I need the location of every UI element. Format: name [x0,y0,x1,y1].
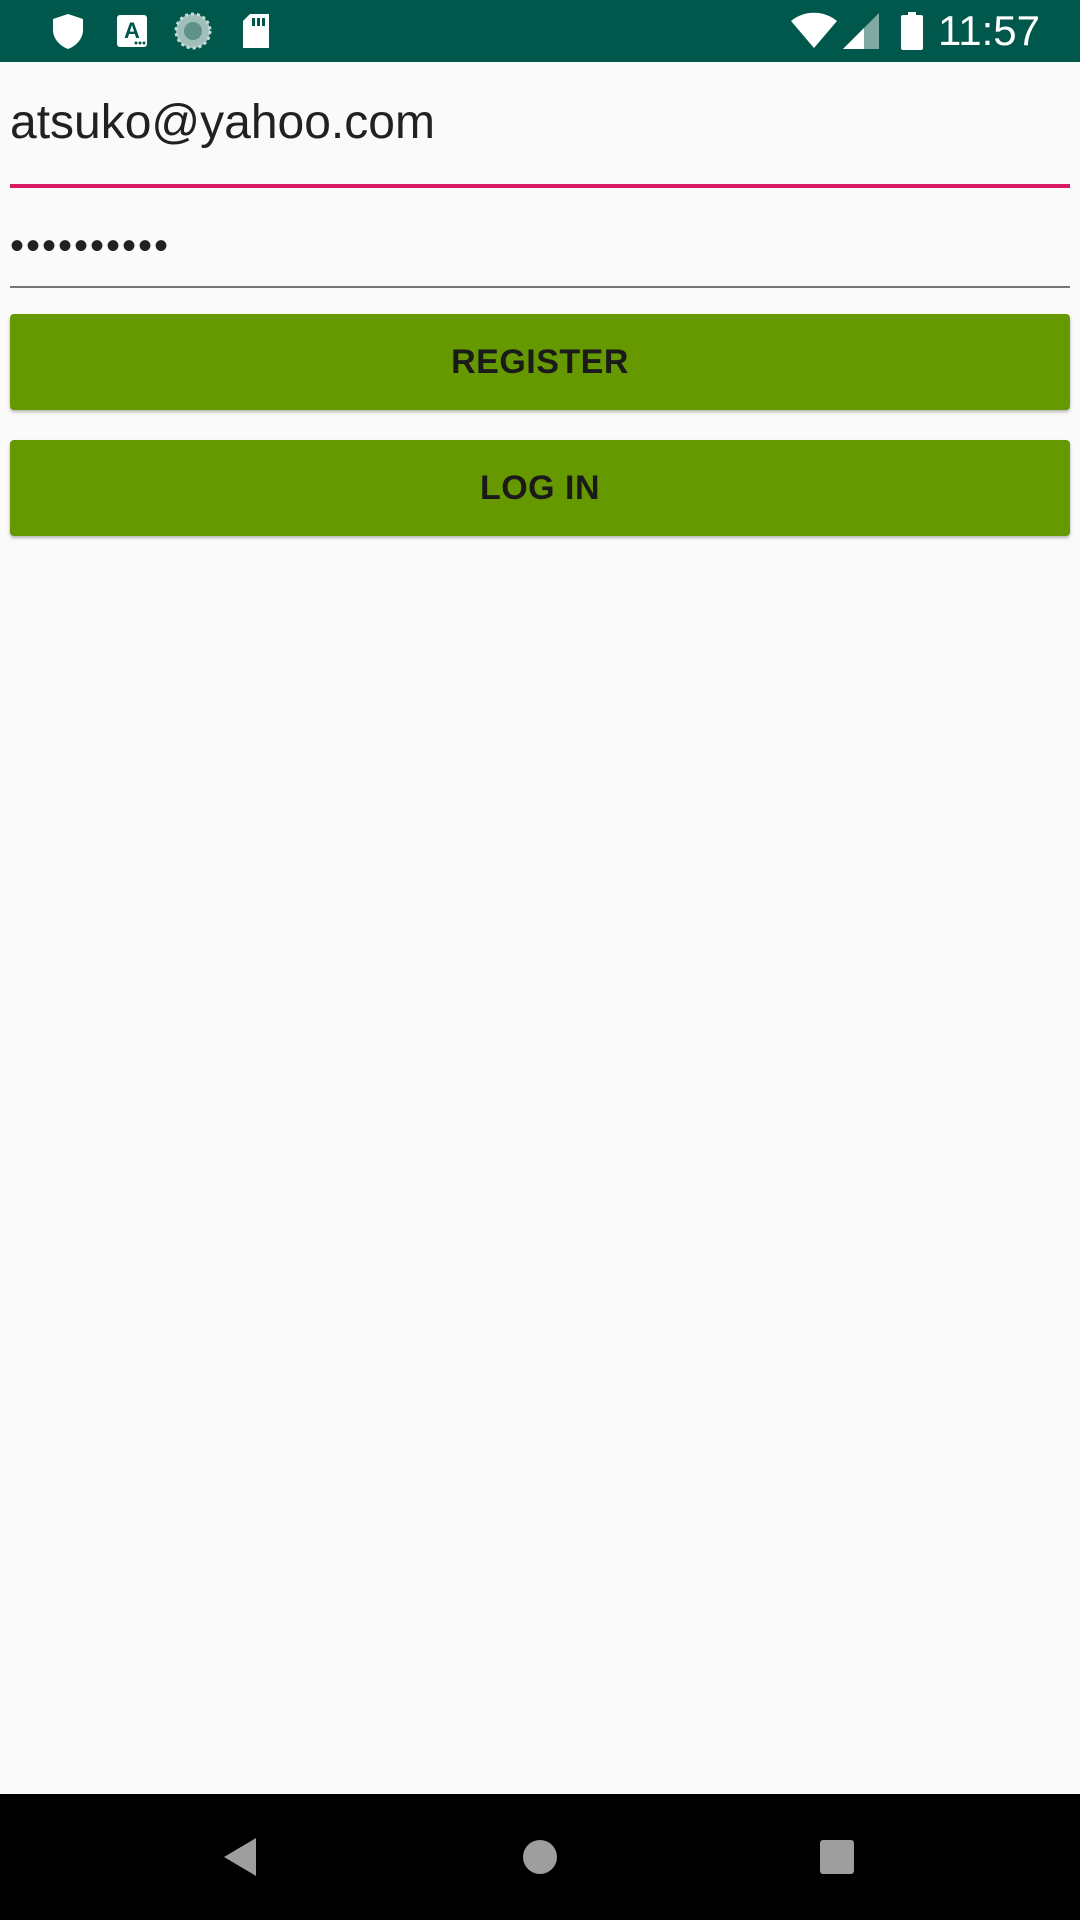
email-field[interactable]: atsuko@yahoo.com [10,90,1070,192]
text-a-icon: A [117,15,147,47]
cellular-signal-icon [843,13,879,49]
email-underline [10,184,1070,188]
home-icon[interactable] [515,1832,565,1882]
shield-icon [53,14,83,49]
status-time: 11:57 [938,7,1040,54]
sd-card-icon [243,14,269,48]
navigation-bar [0,1794,1080,1920]
email-value: atsuko@yahoo.com [10,96,435,149]
back-icon[interactable] [216,1832,266,1882]
password-value: •••••••••• [10,224,171,268]
status-bar: A 11:57 [0,0,1080,62]
svg-text:A: A [124,18,140,43]
password-underline [10,286,1070,288]
recents-icon[interactable] [812,1832,862,1882]
wifi-icon [791,12,837,48]
register-button[interactable]: REGISTER [10,314,1070,410]
sync-circle-icon [174,12,212,50]
app-screen: A 11:57 atsuko@yahoo.com •••••••••• REGI… [0,0,1080,1920]
login-button[interactable]: LOG IN [10,440,1070,536]
battery-icon [901,12,923,50]
password-field[interactable]: •••••••••• [10,206,1070,302]
